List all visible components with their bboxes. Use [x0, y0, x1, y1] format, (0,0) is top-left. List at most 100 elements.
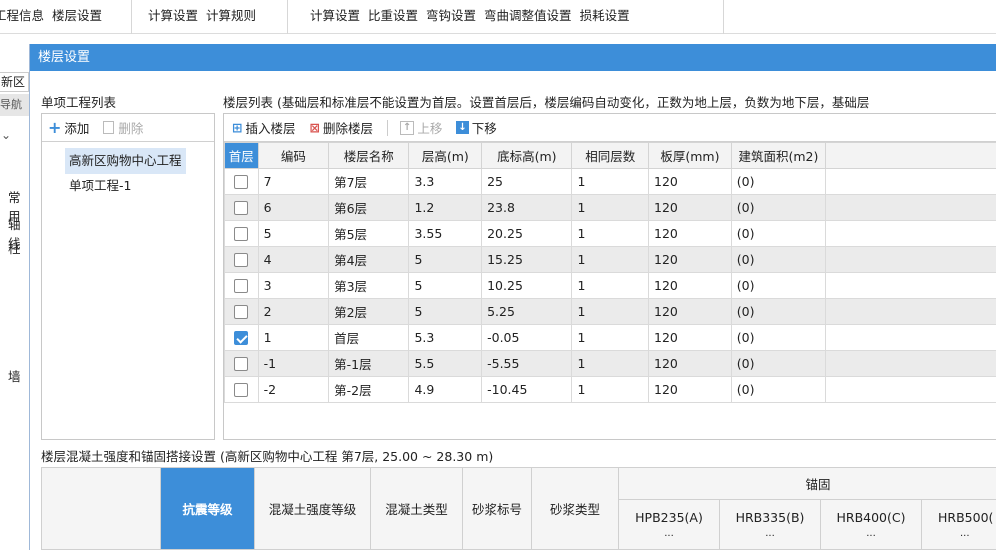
cell-floor-name[interactable]: 第-1层 — [328, 350, 410, 377]
first-floor-checkbox[interactable] — [234, 227, 249, 242]
cell-floor-name[interactable]: 第3层 — [328, 272, 410, 299]
cell-slab-thickness[interactable]: 120 — [648, 168, 732, 195]
cell-building-area[interactable]: (0) — [730, 298, 827, 325]
cell-floor-height[interactable]: 5 — [408, 246, 483, 273]
cell-floor-height[interactable]: 4.9 — [408, 376, 483, 403]
cell-floor-height[interactable]: 5 — [408, 272, 483, 299]
first-floor-checkbox[interactable] — [234, 305, 249, 320]
nav-item-column[interactable]: 柱 — [8, 238, 29, 257]
cell-floor-height[interactable]: 5.5 — [408, 350, 483, 377]
header-anchor[interactable]: 锚固 — [618, 467, 996, 500]
cell-base-elevation[interactable]: 23.8 — [481, 194, 573, 221]
insert-floor-button[interactable]: ⊞ 插入楼层 — [232, 118, 296, 137]
header-concrete-type[interactable]: 混凝土类型 — [370, 467, 463, 550]
cell-building-area[interactable]: (0) — [730, 350, 827, 377]
first-floor-checkbox[interactable] — [234, 201, 249, 216]
ribbon-floor-settings[interactable]: 楼层设置 — [52, 5, 102, 24]
ribbon-loss-settings[interactable]: 损耗设置 — [580, 5, 630, 24]
cell-building-area[interactable]: (0) — [730, 194, 827, 221]
cell-building-area[interactable]: (0) — [730, 272, 827, 299]
cell-base-elevation[interactable]: 5.25 — [481, 298, 573, 325]
cell-code[interactable]: 7 — [257, 168, 330, 195]
cell-base-elevation[interactable]: 15.25 — [481, 246, 573, 273]
project-item-selected[interactable]: 高新区购物中心工程 — [65, 148, 186, 174]
cell-same-count[interactable]: 1 — [571, 298, 650, 325]
delete-floor-button[interactable]: ⊠ 删除楼层 — [310, 118, 374, 137]
delete-project-button[interactable]: 删除 — [103, 118, 143, 137]
cell-same-count[interactable]: 1 — [571, 324, 650, 351]
col-same-count[interactable]: 相同层数 — [571, 142, 650, 169]
cell-building-area[interactable]: (0) — [730, 246, 827, 273]
floor-row[interactable]: 3 第3层 5 10.25 1 120 (0) — [224, 272, 996, 299]
floor-row[interactable]: 1 首层 5.3 -0.05 1 120 (0) — [224, 324, 996, 351]
cell-floor-name[interactable]: 第7层 — [328, 168, 410, 195]
floor-row[interactable]: 2 第2层 5 5.25 1 120 (0) — [224, 298, 996, 325]
move-down-button[interactable]: ↓ 下移 — [456, 118, 497, 137]
cell-slab-thickness[interactable]: 120 — [648, 194, 732, 221]
cell-same-count[interactable]: 1 — [571, 194, 650, 221]
cell-slab-thickness[interactable]: 120 — [648, 220, 732, 247]
cell-floor-name[interactable]: 第6层 — [328, 194, 410, 221]
nav-tab-new-area[interactable]: 新区 — [0, 72, 29, 92]
cell-floor-name[interactable]: 首层 — [328, 324, 410, 351]
cell-same-count[interactable]: 1 — [571, 220, 650, 247]
ribbon-calc-rules[interactable]: 计算规则 — [206, 5, 256, 24]
nav-tab-navigator[interactable]: 导航栏 — [0, 94, 29, 116]
ribbon-bend-adjust-settings[interactable]: 弯曲调整值设置 — [484, 5, 572, 24]
cell-floor-height[interactable]: 3.55 — [408, 220, 483, 247]
first-floor-checkbox[interactable] — [234, 253, 249, 268]
cell-code[interactable]: 2 — [257, 298, 330, 325]
cell-base-elevation[interactable]: -10.45 — [481, 376, 573, 403]
col-first-floor[interactable]: 首层 — [224, 142, 259, 169]
cell-floor-name[interactable]: 第4层 — [328, 246, 410, 273]
ribbon-calc-settings[interactable]: 计算设置 — [148, 5, 198, 24]
cell-same-count[interactable]: 1 — [571, 376, 650, 403]
cell-building-area[interactable]: (0) — [730, 220, 827, 247]
ribbon-hook-settings[interactable]: 弯钩设置 — [426, 5, 476, 24]
cell-building-area[interactable]: (0) — [730, 324, 827, 351]
col-building-area[interactable]: 建筑面积(m2) — [730, 142, 827, 169]
cell-slab-thickness[interactable]: 120 — [648, 324, 732, 351]
first-floor-checkbox[interactable] — [234, 357, 249, 372]
col-floor-name[interactable]: 楼层名称 — [328, 142, 410, 169]
first-floor-checkbox[interactable] — [234, 331, 249, 346]
move-up-button[interactable]: ↑ 上移 — [400, 118, 442, 137]
cell-base-elevation[interactable]: 20.25 — [481, 220, 573, 247]
cell-slab-thickness[interactable]: 120 — [648, 298, 732, 325]
col-floor-height[interactable]: 层高(m) — [408, 142, 483, 169]
cell-floor-height[interactable]: 5.3 — [408, 324, 483, 351]
add-project-button[interactable]: + 添加 — [48, 118, 89, 137]
col-code[interactable]: 编码 — [257, 142, 330, 169]
floor-row[interactable]: 7 第7层 3.3 25 1 120 (0) — [224, 168, 996, 195]
cell-code[interactable]: 5 — [257, 220, 330, 247]
cell-base-elevation[interactable]: 25 — [481, 168, 573, 195]
cell-floor-name[interactable]: 第2层 — [328, 298, 410, 325]
floor-row[interactable]: 5 第5层 3.55 20.25 1 120 (0) — [224, 220, 996, 247]
nav-chevron-icon[interactable]: ⌄ — [1, 128, 11, 142]
nav-item-wall[interactable]: 墙 — [8, 366, 29, 385]
floor-row[interactable]: -2 第-2层 4.9 -10.45 1 120 (0) — [224, 376, 996, 403]
header-mortar-grade[interactable]: 砂浆标号 — [462, 467, 532, 550]
cell-code[interactable]: 6 — [257, 194, 330, 221]
ribbon-project-info[interactable]: 工程信息 — [0, 5, 44, 24]
cell-floor-height[interactable]: 1.2 — [408, 194, 483, 221]
cell-base-elevation[interactable]: 10.25 — [481, 272, 573, 299]
dialog-title[interactable]: 楼层设置 — [30, 44, 996, 71]
cell-code[interactable]: 1 — [257, 324, 330, 351]
cell-same-count[interactable]: 1 — [571, 168, 650, 195]
cell-floor-name[interactable]: 第-2层 — [328, 376, 410, 403]
header-mortar-type[interactable]: 砂浆类型 — [531, 467, 619, 550]
cell-slab-thickness[interactable]: 120 — [648, 376, 732, 403]
cell-building-area[interactable]: (0) — [730, 168, 827, 195]
cell-floor-height[interactable]: 5 — [408, 298, 483, 325]
cell-slab-thickness[interactable]: 120 — [648, 350, 732, 377]
cell-same-count[interactable]: 1 — [571, 350, 650, 377]
header-seismic-grade[interactable]: 抗震等级 — [160, 467, 255, 550]
cell-same-count[interactable]: 1 — [571, 272, 650, 299]
cell-code[interactable]: 3 — [257, 272, 330, 299]
floor-row[interactable]: 6 第6层 1.2 23.8 1 120 (0) — [224, 194, 996, 221]
cell-base-elevation[interactable]: -0.05 — [481, 324, 573, 351]
col-base-elevation[interactable]: 底标高(m) — [481, 142, 573, 169]
first-floor-checkbox[interactable] — [234, 279, 249, 294]
header-hrb500[interactable]: HRB500( ... — [921, 499, 996, 550]
